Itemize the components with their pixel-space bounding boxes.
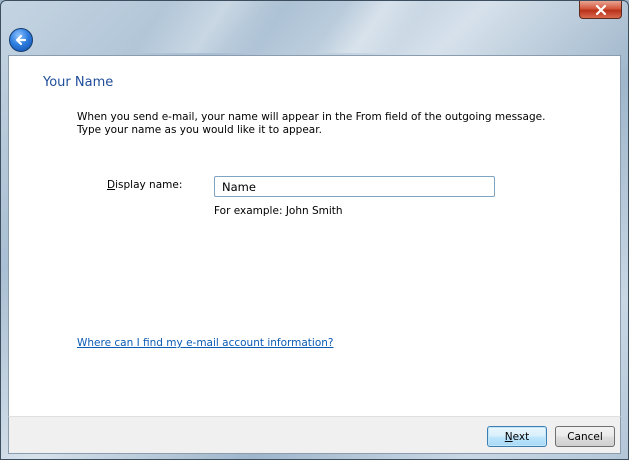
- glass-reflection: [312, 1, 430, 53]
- display-name-input[interactable]: [214, 176, 495, 197]
- close-icon: [595, 4, 606, 15]
- intro-text: When you send e-mail, your name will app…: [77, 111, 547, 137]
- display-name-label: Display name:: [107, 179, 182, 191]
- label-text: isplay name:: [115, 179, 183, 191]
- access-key: D: [107, 179, 116, 191]
- account-info-help-link[interactable]: Where can I find my e-mail account infor…: [77, 337, 334, 349]
- button-bar: Next Cancel: [8, 416, 621, 454]
- wizard-window: Your Name When you send e-mail, your nam…: [0, 0, 629, 460]
- intro-line: When you send e-mail, your name will app…: [77, 111, 546, 123]
- wizard-content: Your Name When you send e-mail, your nam…: [8, 55, 621, 416]
- button-label: ext: [512, 430, 530, 443]
- intro-line: Type your name as you would like it to a…: [77, 124, 322, 136]
- back-arrow-icon: [15, 34, 27, 46]
- example-hint: For example: John Smith: [214, 205, 343, 217]
- page-title: Your Name: [43, 75, 114, 90]
- access-key: N: [504, 430, 513, 443]
- glass-reflection: [132, 1, 290, 53]
- back-button[interactable]: [9, 28, 33, 52]
- cancel-button[interactable]: Cancel: [555, 426, 615, 447]
- next-button[interactable]: Next: [487, 426, 547, 447]
- close-button[interactable]: [579, 1, 622, 19]
